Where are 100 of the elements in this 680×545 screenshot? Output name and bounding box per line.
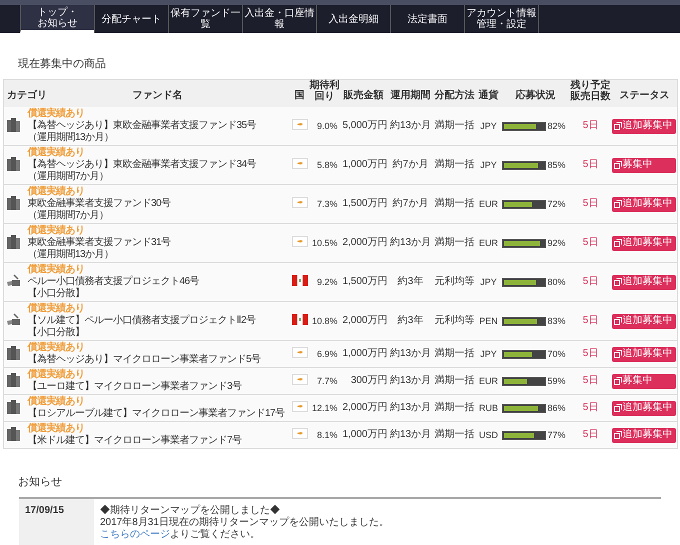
amount-cell: 1,000万円 [340,422,388,448]
method-cell: 元利均等 [434,262,476,302]
status-button[interactable]: 追加募集中 [612,314,676,328]
yield-cell: 7.3% [310,184,340,224]
progress-percent: 70% [548,348,566,360]
method-cell: 元利均等 [434,302,476,340]
fund-name[interactable]: 東欧金融事業者支援ファンド31号 [28,237,171,248]
status-button[interactable]: 追加募集中 [612,236,676,250]
window-icon [614,350,622,358]
section-title: 現在募集中の商品 [18,58,106,70]
column-header: 応募状況 [516,90,556,100]
flag-icon [292,400,308,412]
period-cell: 約13か月 [388,394,434,422]
currency-cell: EUR [476,368,502,394]
window-icon [614,122,622,130]
flag-icon [292,346,308,358]
fund-name[interactable]: 【ロシアルーブル建て】マイクロローン事業者ファンド17号 [28,408,285,419]
currency-cell: EUR [476,184,502,224]
period-cell: 約7か月 [388,184,434,224]
status-button[interactable]: 募集中 [612,374,676,388]
status-button[interactable]: 募集中 [612,158,676,172]
buildings-icon [6,155,22,171]
window-icon [614,200,622,208]
buildings-icon [6,344,22,360]
nav-tab[interactable]: 分配チャート [94,5,168,33]
window-icon [614,161,622,169]
status-button[interactable]: 追加募集中 [612,196,676,212]
flag-icon [292,236,308,246]
amount-cell: 2,000万円 [340,224,388,262]
page-link[interactable]: こちらのページ [100,529,170,540]
window-icon [614,278,622,286]
column-header: 運用期間 [390,90,430,100]
track-record-label: 償還実績あり [28,108,84,119]
column-header: ファンド名 [132,90,182,100]
days-left: 5日 [570,146,612,184]
amount-cell: 5,000万円 [340,107,388,146]
yield-cell: 9.0% [310,107,340,146]
yield-cell: 12.1% [310,394,340,422]
nav-tab[interactable]: 入出金・口座情報 [242,5,316,33]
window-icon [614,431,622,439]
days-left: 5日 [570,262,612,302]
days-left: 5日 [570,422,612,448]
method-cell: 満期一括 [434,422,476,448]
currency-cell: JPY [476,107,502,146]
yield-cell: 6.9% [310,340,340,368]
nav-tab[interactable]: 法定書面 [390,5,464,33]
nav-tab[interactable]: トップ・お知らせ [20,5,94,33]
nav-tab[interactable]: 保有ファンド一覧 [168,5,242,33]
status-button[interactable]: 追加募集中 [612,346,676,362]
amount-cell: 2,000万円 [340,394,388,422]
yield-cell: 8.1% [310,422,340,448]
window-icon [614,317,622,325]
fund-note: （運用期間13か月） [28,249,114,260]
fund-name[interactable]: 【為替ヘッジあり】東欧金融事業者支援ファンド34号 [28,159,256,170]
fund-name[interactable]: ペルー小口債務者支援プロジェクト46号 [28,276,200,287]
yield-cell: 5.8% [310,146,340,184]
days-left: 5日 [570,340,612,368]
buildings-icon [6,116,22,132]
progress-percent: 92% [548,237,566,249]
currency-cell: JPY [476,340,502,368]
period-cell: 約13か月 [388,368,434,394]
period-cell: 約13か月 [388,340,434,368]
nav-tab[interactable]: アカウント情報管理・設定 [464,5,538,33]
progress-percent: 82% [548,120,566,132]
progress-percent: 59% [548,375,566,387]
news-text: こちらのページよりご覧ください。 [100,529,261,541]
status-button[interactable]: 追加募集中 [612,118,676,134]
method-cell: 満期一括 [434,224,476,262]
buildings-icon [6,371,22,387]
status-button[interactable]: 追加募集中 [612,274,676,290]
method-cell: 満期一括 [434,146,476,184]
flag-icon [292,118,308,130]
status-button[interactable]: 追加募集中 [612,428,676,442]
nav-tab[interactable]: 入出金明細 [316,5,390,33]
currency-cell: JPY [476,262,502,302]
fund-note: （運用期間13か月） [28,132,114,143]
period-cell: 約13か月 [388,107,434,146]
fund-name[interactable]: 【為替ヘッジあり】マイクロローン事業者ファンド5号 [28,354,261,365]
fund-name[interactable]: 【ソル建て】ペルー小口債務者支援プロジェクトⅡ2号 [28,315,256,326]
period-cell: 約13か月 [388,422,434,448]
fund-name[interactable]: 【為替ヘッジあり】東欧金融事業者支援ファンド35号 [28,120,256,131]
column-header: カテゴリ [6,90,47,100]
column-header: 残り予定販売日数 [570,80,610,102]
fund-name[interactable]: 【米ドル建て】マイクロローン事業者ファンド7号 [28,435,242,446]
fund-name[interactable]: 東欧金融事業者支援ファンド30号 [28,198,171,209]
track-record-label: 償還実績あり [28,264,84,275]
days-left: 5日 [570,107,612,146]
fund-note: 【小口分散】 [28,288,84,299]
amount-cell: 2,000万円 [340,302,388,340]
window-icon [614,404,622,412]
days-left: 5日 [570,184,612,224]
flag-icon [292,314,308,324]
column-header: 通貨 [478,90,498,100]
column-header: 期待利回り [310,80,340,102]
progress-percent: 72% [548,198,566,210]
fund-name[interactable]: 【ユーロ建て】マイクロローン事業者ファンド3号 [28,381,242,392]
method-cell: 満期一括 [434,107,476,146]
method-cell: 満期一括 [434,340,476,368]
status-button[interactable]: 追加募集中 [612,400,676,416]
amount-cell: 1,000万円 [340,146,388,184]
